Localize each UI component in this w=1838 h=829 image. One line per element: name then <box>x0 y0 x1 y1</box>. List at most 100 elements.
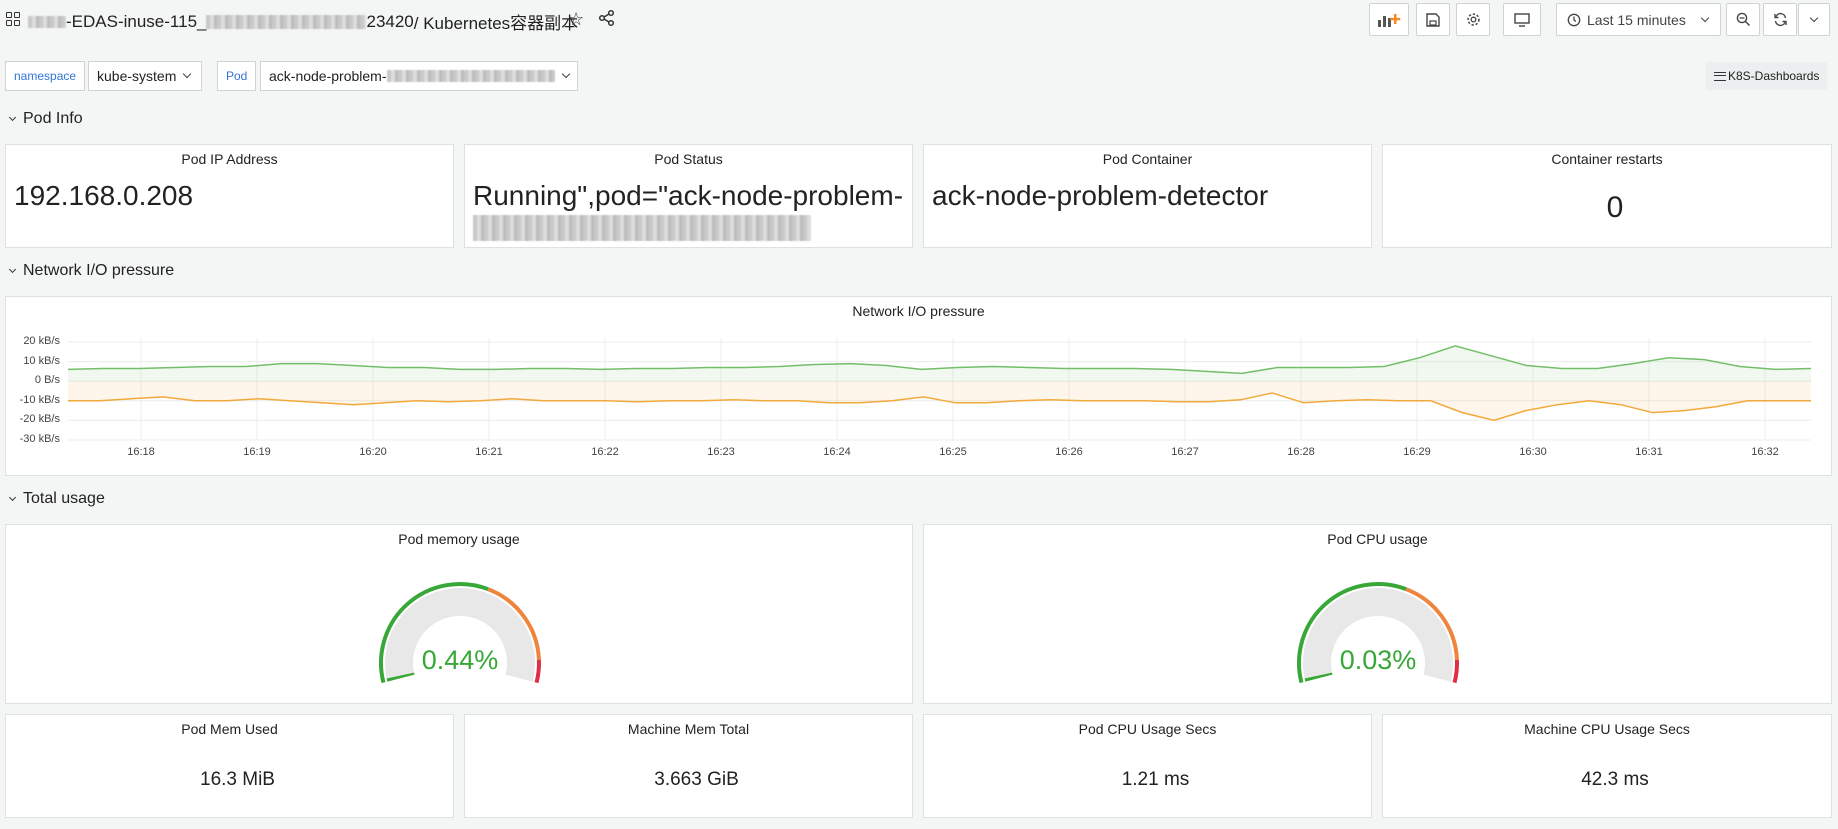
chevron-down-icon <box>1809 13 1819 22</box>
gear-icon <box>1466 13 1480 26</box>
panel-title[interactable]: Machine CPU Usage Secs <box>1383 721 1831 737</box>
settings-button[interactable] <box>1456 3 1490 36</box>
chevron-down-icon <box>561 69 570 79</box>
row-title: Network I/O pressure <box>23 262 175 279</box>
network-io-graph[interactable] <box>6 297 1833 477</box>
panel-title[interactable]: Pod Mem Used <box>6 721 453 737</box>
redacted-text <box>206 14 367 29</box>
x-tick-label: 16:24 <box>823 446 851 458</box>
panel-machine-mem-total: Machine Mem Total 3.663 GiB <box>464 714 913 818</box>
y-tick-label: 0 B/s <box>34 374 60 387</box>
x-tick-label: 16:32 <box>1751 446 1779 458</box>
pod-value: ack-node-problem- <box>269 68 387 84</box>
x-tick-label: 16:26 <box>1055 446 1083 458</box>
x-tick-label: 16:27 <box>1171 446 1199 458</box>
machine-cpu-secs-value: 42.3 ms <box>1581 769 1649 790</box>
tv-mode-icon <box>1514 12 1530 27</box>
panel-container-restarts: Container restarts 0 <box>1382 144 1832 248</box>
pod-status-value: Running",pod="ack-node-problem- <box>473 180 904 211</box>
tv-mode-button[interactable] <box>1503 3 1541 36</box>
panel-pod-cpu-usage-secs: Pod CPU Usage Secs 1.21 ms <box>923 714 1372 818</box>
chevron-down-icon <box>8 113 17 121</box>
panel-title[interactable]: Machine Mem Total <box>465 721 912 737</box>
x-tick-label: 16:22 <box>591 446 619 458</box>
chevron-down-icon <box>8 265 17 273</box>
title-folder: / Kubernetes容器副本 <box>413 14 579 33</box>
dashboard-title[interactable]: -EDAS-inuse-115_ 23420 / Kubernetes容器副本 <box>28 9 578 34</box>
cpu-gauge <box>1297 582 1459 684</box>
panel-pod-cpu-usage: Pod CPU usage 0.03% <box>923 524 1832 704</box>
cpu-gauge-value: 0.03% <box>1339 645 1417 675</box>
panel-title[interactable]: Pod memory usage <box>6 531 912 547</box>
menu-icon <box>1714 71 1726 81</box>
cpu-secs-value: 1.21 ms <box>1121 769 1190 790</box>
save-dashboard-button[interactable] <box>1416 3 1450 36</box>
mem-total-value: 3.663 GiB <box>654 769 739 790</box>
x-tick-label: 16:28 <box>1287 446 1315 458</box>
panel-machine-cpu-usage-secs: Machine CPU Usage Secs 42.3 ms <box>1382 714 1832 818</box>
top-navbar: -EDAS-inuse-115_ 23420 / Kubernetes容器副本 … <box>0 0 1838 40</box>
title-part-2: 23420 <box>366 11 414 31</box>
star-icon[interactable]: ☆ <box>568 9 584 30</box>
row-pod-info[interactable]: Pod Info <box>6 110 83 128</box>
chevron-down-icon <box>8 493 17 501</box>
pod-variable-label: Pod <box>217 61 257 91</box>
zoom-out-icon <box>1736 12 1750 27</box>
memory-gauge <box>379 582 541 684</box>
row-title: Total usage <box>23 490 105 507</box>
redacted-text <box>473 215 811 241</box>
row-total-usage[interactable]: Total usage <box>6 490 105 508</box>
panel-title[interactable]: Container restarts <box>1383 151 1831 167</box>
x-tick-label: 16:30 <box>1519 446 1547 458</box>
pod-select[interactable]: ack-node-problem- <box>260 61 578 91</box>
x-tick-label: 16:19 <box>243 446 271 458</box>
title-part-1: -EDAS-inuse-115_ <box>66 11 207 31</box>
y-tick-label: 10 kB/s <box>23 354 60 367</box>
x-tick-label: 16:29 <box>1403 446 1431 458</box>
namespace-value: kube-system <box>97 68 177 84</box>
panel-pod-memory-usage: Pod memory usage 0.44% <box>5 524 913 704</box>
x-tick-label: 16:21 <box>475 446 503 458</box>
panel-title[interactable]: Pod CPU Usage Secs <box>924 721 1371 737</box>
y-tick-label: 20 kB/s <box>23 335 60 347</box>
share-icon[interactable] <box>598 9 616 27</box>
pod-ip-value: 192.168.0.208 <box>14 180 194 211</box>
save-icon <box>1426 12 1440 27</box>
y-tick-label: -20 kB/s <box>19 413 60 426</box>
x-tick-label: 16:20 <box>359 446 387 458</box>
panel-network-io: Network I/O pressure 20 kB/s 10 kB/s 0 B/s… <box>5 296 1832 476</box>
panel-pod-status: Pod Status Running",pod="ack-node-proble… <box>464 144 913 248</box>
add-panel-icon <box>1378 13 1401 27</box>
x-tick-label: 16:18 <box>127 446 155 458</box>
panel-pod-ip: Pod IP Address 192.168.0.208 <box>5 144 454 248</box>
apps-grid-icon[interactable] <box>6 12 20 26</box>
restarts-value: 0 <box>1606 191 1624 224</box>
refresh-interval-button[interactable] <box>1798 3 1830 36</box>
add-panel-button[interactable] <box>1369 3 1409 36</box>
panel-pod-mem-used: Pod Mem Used 16.3 MiB <box>5 714 454 818</box>
time-picker-button[interactable]: Last 15 minutes <box>1556 3 1721 36</box>
k8s-dashboards-label: K8S-Dashboards <box>1728 69 1820 83</box>
x-tick-label: 16:31 <box>1635 446 1663 458</box>
redacted-text <box>386 70 555 82</box>
row-network[interactable]: Network I/O pressure <box>6 262 174 280</box>
panel-title[interactable]: Pod Container <box>924 151 1371 167</box>
panel-title[interactable]: Pod Status <box>465 151 912 167</box>
row-title: Pod Info <box>23 110 83 127</box>
chevron-down-icon <box>183 69 192 79</box>
x-tick-label: 16:23 <box>707 446 735 458</box>
namespace-variable-label: namespace <box>5 61 86 91</box>
panel-title[interactable]: Pod CPU usage <box>924 531 1831 547</box>
chevron-down-icon <box>1700 13 1710 22</box>
refresh-icon <box>1773 12 1787 27</box>
clock-icon <box>1567 13 1581 26</box>
mem-used-value: 16.3 MiB <box>200 769 275 790</box>
zoom-out-button[interactable] <box>1726 3 1760 36</box>
namespace-select[interactable]: kube-system <box>88 61 202 91</box>
x-tick-label: 16:25 <box>939 446 967 458</box>
time-range-label: Last 15 minutes <box>1587 11 1686 28</box>
refresh-button[interactable] <box>1763 3 1797 36</box>
pod-container-value: ack-node-problem-detector <box>932 180 1269 211</box>
panel-title[interactable]: Pod IP Address <box>6 151 453 167</box>
k8s-dashboards-link[interactable]: K8S-Dashboards <box>1706 62 1828 90</box>
